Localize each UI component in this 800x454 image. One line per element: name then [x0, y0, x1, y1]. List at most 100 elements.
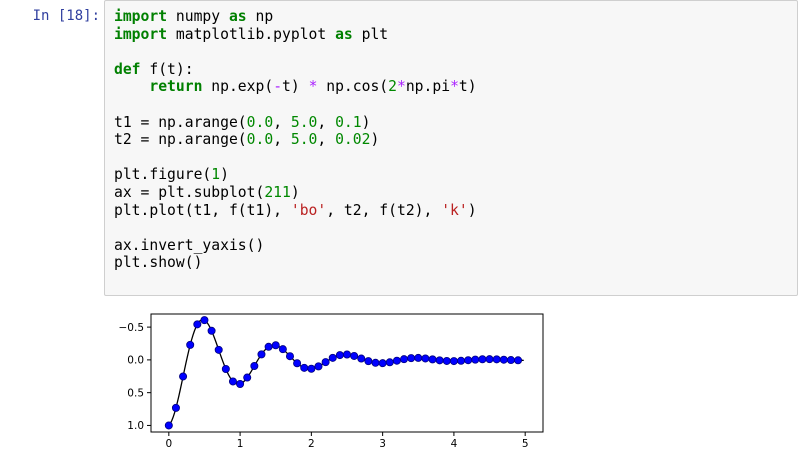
code-token: ,: [317, 131, 336, 149]
data-point: [257, 350, 266, 359]
code-cell-input[interactable]: import numpy as np import matplotlib.pypl…: [104, 0, 798, 296]
code-token: plt.show(): [114, 254, 203, 272]
data-point: [285, 352, 294, 361]
code-token: t): [458, 78, 477, 96]
x-tick-label: 3: [379, 438, 386, 450]
code-token: *: [397, 78, 406, 96]
code-token: import: [114, 8, 168, 25]
data-point: [179, 372, 188, 381]
data-point: [492, 355, 501, 364]
y-tick-label: −0.5: [119, 322, 145, 334]
data-point: [449, 357, 458, 366]
data-point: [464, 356, 473, 365]
code-line: ax = plt.subplot(211): [114, 184, 477, 202]
x-tick-label: 5: [522, 438, 529, 450]
code-token: ): [361, 113, 371, 131]
plot-figure: 0 1 2 3 4 5 −0.5 0.0 0.5 1.0: [119, 313, 544, 450]
data-point: [250, 361, 259, 370]
data-point: [506, 356, 515, 365]
code-token: ax.invert_yaxis(): [114, 236, 265, 254]
output-area: 0 1 2 3 4 5 −0.5 0.0 0.5 1.0: [104, 306, 564, 450]
code-token: ,: [317, 113, 336, 131]
data-point: [236, 380, 245, 389]
code-line: ax.invert_yaxis(): [114, 237, 477, 255]
data-point: [350, 351, 359, 360]
data-point: [342, 350, 351, 359]
code-token: 'k': [441, 201, 468, 219]
code-token: matplotlib.pyplot: [167, 25, 336, 43]
data-point: [321, 358, 330, 367]
data-point: [271, 341, 280, 350]
code-token: ): [467, 201, 477, 219]
code-line: t1 = np.arange(0.0, 5.0, 0.1): [114, 114, 477, 132]
code-token: 5.0: [290, 131, 318, 149]
code-token: np.cos(: [317, 78, 389, 96]
code-token: as: [228, 8, 247, 25]
code-token: 0.0: [246, 131, 274, 149]
code-token: t): [282, 78, 309, 96]
code-line: t2 = np.arange(0.0, 5.0, 0.02): [114, 131, 477, 149]
code-line: return np.exp(-t) * np.cos(2*np.pi*t): [114, 78, 477, 96]
code-token: ax: [114, 183, 141, 201]
data-point: [164, 421, 173, 430]
data-point: [314, 362, 323, 371]
code-token: return: [149, 78, 203, 96]
code-token: -: [273, 78, 283, 96]
data-point: [414, 353, 423, 362]
data-point: [335, 351, 344, 360]
data-point: [471, 355, 480, 364]
data-point: [357, 354, 366, 363]
code-token: plt.plot(t1, f(t1),: [114, 201, 291, 219]
data-point: [193, 320, 202, 329]
code-token: f(t):: [140, 60, 194, 78]
data-point: [300, 363, 309, 372]
data-point: [457, 356, 466, 365]
data-point: [364, 357, 373, 366]
x-tick-label: 0: [165, 438, 172, 450]
code-token: t2: [114, 131, 141, 149]
code-token: ): [370, 131, 380, 149]
code-token: 'bo': [290, 201, 327, 219]
data-point: [485, 355, 494, 364]
data-point: [207, 326, 216, 335]
code-line: import matplotlib.pyplot as plt: [114, 26, 477, 44]
x-tick-label: 1: [237, 438, 244, 450]
code-token: plt: [352, 25, 389, 43]
y-tick-label: 0.5: [127, 387, 144, 399]
data-point: [514, 356, 523, 365]
code-editor[interactable]: import numpy as np import matplotlib.pypl…: [114, 8, 477, 272]
data-point: [407, 354, 416, 363]
code-token: numpy: [167, 8, 229, 25]
data-point: [307, 364, 316, 373]
data-point: [214, 345, 223, 354]
data-point: [278, 345, 287, 354]
code-token: 0.02: [335, 131, 371, 149]
code-token: np: [246, 8, 274, 25]
code-token: np.arange(: [149, 131, 247, 149]
code-token: ,: [273, 113, 291, 131]
code-token: as: [335, 25, 353, 43]
code-line: plt.show(): [114, 254, 477, 272]
data-point: [228, 377, 237, 386]
data-point: [421, 354, 430, 363]
data-point: [499, 355, 508, 364]
code-token: np.arange(: [149, 113, 247, 131]
data-point: [293, 359, 302, 368]
code-token: 211: [264, 183, 291, 201]
data-point: [428, 355, 437, 364]
data-point: [442, 356, 451, 365]
code-token: ): [220, 166, 229, 184]
data-point: [392, 356, 401, 365]
code-token: 5.0: [290, 113, 318, 131]
code-token: ,: [273, 131, 291, 149]
data-point: [371, 358, 380, 367]
data-point: [200, 316, 209, 325]
data-point: [328, 353, 337, 362]
x-tick-label: 2: [308, 438, 315, 450]
code-token: ): [290, 183, 300, 201]
data-point: [264, 342, 273, 351]
